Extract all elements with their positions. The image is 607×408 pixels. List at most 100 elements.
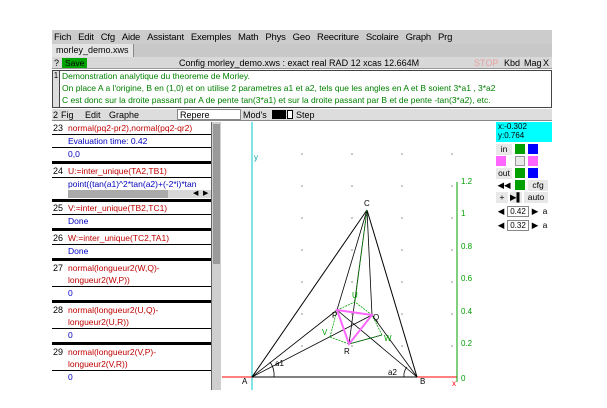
level-number[interactable]: 27 <box>52 262 67 274</box>
command-input[interactable]: U:=inter_unique(TA2,TB1) <box>68 165 211 177</box>
menu-prg[interactable]: Prg <box>438 32 452 43</box>
point-U-label: U <box>352 291 358 300</box>
param2-value[interactable]: 0.32 <box>507 220 529 231</box>
keyboard-button[interactable]: Kbd <box>504 57 520 69</box>
help-button[interactable]: ? <box>54 57 59 69</box>
level-number[interactable]: 1 <box>53 71 60 107</box>
menu-edit[interactable]: Edit <box>78 32 94 43</box>
param1-increase-icon[interactable]: ▶ <box>530 206 540 217</box>
forward-arrow-icon[interactable] <box>528 144 538 154</box>
fig-menu[interactable]: Fig <box>61 109 74 121</box>
zoom-in-button[interactable]: in <box>496 144 512 155</box>
point-P-label: P <box>332 311 337 320</box>
up-arrow-icon[interactable] <box>515 144 525 154</box>
command-input[interactable]: normal(longueur2(W,Q)- <box>68 262 211 274</box>
command-input[interactable]: longueur2(U,R)) <box>68 316 211 328</box>
param2-decrease-icon[interactable]: ◀ <box>496 220 506 231</box>
level-number[interactable]: 28 <box>52 304 67 316</box>
close-session-button[interactable]: X <box>543 57 549 69</box>
menu-reecriture[interactable]: Reecriture <box>317 32 359 43</box>
command-input[interactable]: V:=inter_unique(TB2,TC1) <box>68 202 211 214</box>
auto-button[interactable]: auto <box>524 192 548 203</box>
step-button[interactable]: Step <box>296 109 315 121</box>
step-forward-icon[interactable]: ▶▌ <box>510 192 523 203</box>
menu-graph[interactable]: Graph <box>406 32 432 43</box>
divider <box>52 342 211 345</box>
xcas-window: Fich Edit Cfg Aide Assistant Exemples Ma… <box>52 30 552 390</box>
menu-scolaire[interactable]: Scolaire <box>366 32 399 43</box>
level-number[interactable]: 23 <box>52 122 67 134</box>
save-button[interactable]: Save <box>62 58 88 68</box>
center-icon[interactable] <box>515 156 525 166</box>
command-input[interactable]: W:=inter_unique(TC2,TA1) <box>68 232 211 244</box>
y-axis-label: y <box>254 153 258 162</box>
config-status[interactable]: Config morley_demo.xws : exact real RAD … <box>179 57 419 69</box>
point-R-label: R <box>344 347 350 356</box>
level-number[interactable]: 29 <box>52 346 67 358</box>
repere-selector[interactable]: Repere <box>177 109 241 120</box>
param1-label: a <box>541 206 549 217</box>
right-arrow-icon[interactable] <box>528 156 538 166</box>
menu-cfg[interactable]: Cfg <box>101 32 115 43</box>
level-number[interactable]: 24 <box>52 165 67 177</box>
history-scrollbar[interactable] <box>212 122 221 390</box>
level-number[interactable]: 25 <box>52 202 67 214</box>
y-tick-label: 0.2 <box>461 339 473 348</box>
menu-math[interactable]: Math <box>238 32 259 43</box>
cfg-button[interactable]: cfg <box>528 180 548 191</box>
rewind-icon[interactable]: ◀◀ <box>496 180 512 191</box>
menu-exemples[interactable]: Exemples <box>191 32 231 43</box>
point-B-label: B <box>420 377 425 386</box>
edit-menu[interactable]: Edit <box>85 109 101 121</box>
scroll-left-arrow-icon[interactable]: ◀ <box>193 190 198 198</box>
plus-button[interactable]: + <box>496 192 508 203</box>
backward-arrow-icon[interactable] <box>528 168 538 178</box>
menu-aide[interactable]: Aide <box>122 32 140 43</box>
horizontal-scrollbar[interactable]: ◀ ▶ <box>68 190 211 198</box>
history-pane: 23 normal(pq2-pr2),normal(pq2-qr2) Evalu… <box>52 122 212 390</box>
command-input[interactable]: normal(longueur2(V,P)- <box>68 346 211 358</box>
scroll-thumb[interactable] <box>68 190 168 198</box>
menu-assistant[interactable]: Assistant <box>147 32 184 43</box>
command-input[interactable]: normal(longueur2(U,Q)- <box>68 304 211 316</box>
level-number[interactable]: 26 <box>52 232 67 244</box>
y-tick-label: 1.2 <box>461 177 473 186</box>
geometry-graph[interactable]: y x 1.2 1 0.8 0.6 0.4 0.2 0 A B C P Q R … <box>222 122 494 390</box>
line-style-swatch[interactable] <box>287 110 293 119</box>
mag-button[interactable]: Mag <box>524 57 542 69</box>
mouse-coordinates: x:-0.302 y:0.764 <box>496 122 552 142</box>
play-icon[interactable] <box>515 180 525 190</box>
x-axis-label: x <box>452 379 456 388</box>
session-tabs: morley_demo.xws <box>52 44 552 57</box>
param2-label: a <box>541 220 549 231</box>
menu-phys[interactable]: Phys <box>265 32 286 43</box>
command-input[interactable]: normal(pq2-pr2),normal(pq2-qr2) <box>68 122 211 134</box>
figure-toolbar: 2 Fig Edit Graphe Repere Mod's Step <box>52 109 552 121</box>
param1-decrease-icon[interactable]: ◀ <box>496 206 506 217</box>
scroll-right-arrow-icon[interactable]: ▶ <box>203 190 208 198</box>
point-A-label: A <box>242 377 248 386</box>
stop-button[interactable]: STOP <box>474 57 498 69</box>
param2-increase-icon[interactable]: ▶ <box>530 220 540 231</box>
level-number[interactable]: 2 <box>53 109 58 121</box>
graph-background[interactable] <box>222 122 494 390</box>
y-tick-label: 1 <box>461 209 466 218</box>
tab-morley-demo[interactable]: morley_demo.xws <box>52 44 134 57</box>
mouse-x: x:-0.302 <box>498 122 527 131</box>
scroll-thumb[interactable] <box>213 124 220 264</box>
mode-menu[interactable]: Mod's <box>243 109 267 121</box>
comment-level[interactable]: 1 Demonstration analytique du theoreme d… <box>52 70 552 108</box>
divider <box>52 258 211 261</box>
menu-fich[interactable]: Fich <box>54 32 71 43</box>
comment-line: On place A a l'origine, B en (1,0) et on… <box>62 83 496 93</box>
menu-geo[interactable]: Geo <box>293 32 311 43</box>
command-input[interactable]: longueur2(V,R)) <box>68 358 211 370</box>
output-text: point((tan(a1)^2*tan(a2)+(-2*i)*tan <box>68 179 197 189</box>
left-arrow-icon[interactable] <box>496 156 506 166</box>
down-arrow-icon[interactable] <box>515 168 525 178</box>
zoom-out-button[interactable]: out <box>496 168 512 179</box>
command-input[interactable]: longueur2(W,P)) <box>68 274 211 286</box>
color-swatch[interactable] <box>272 110 286 119</box>
param1-value[interactable]: 0.42 <box>507 206 529 217</box>
graphe-menu[interactable]: Graphe <box>109 109 139 121</box>
